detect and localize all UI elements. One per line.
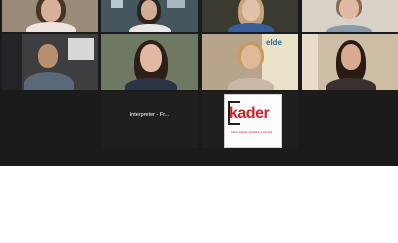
logo-subtitle: Kadın Adayları Destekleme Derneği bbox=[231, 131, 273, 134]
participant-video bbox=[2, 34, 98, 90]
participant-video bbox=[101, 0, 198, 32]
banner-text: elde bbox=[266, 38, 283, 47]
video-tile-participant-6[interactable] bbox=[101, 34, 198, 90]
video-tile-participant-1[interactable] bbox=[2, 0, 98, 32]
video-grid: elde Interpreter - Fr... kader Kadın Ada… bbox=[0, 0, 398, 166]
participant-video bbox=[101, 34, 198, 90]
video-tile-participant-4[interactable] bbox=[302, 0, 398, 32]
video-tile-participant-3[interactable] bbox=[202, 0, 298, 32]
participant-video bbox=[202, 0, 298, 32]
participant-video bbox=[302, 0, 398, 32]
video-tile-participant-2[interactable] bbox=[101, 0, 198, 32]
participant-video bbox=[2, 0, 98, 32]
logo-wordmark: kader bbox=[229, 105, 270, 122]
video-tile-participant-5[interactable] bbox=[2, 34, 98, 90]
video-tile-participant-7[interactable]: elde bbox=[202, 34, 298, 90]
video-tile-interpreter[interactable]: Interpreter - Fr... bbox=[101, 92, 198, 148]
kader-logo: kader Kadın Adayları Destekleme Derneği bbox=[224, 94, 282, 148]
interpreter-label: Interpreter - Fr... bbox=[129, 112, 170, 118]
video-tile-participant-8[interactable] bbox=[302, 34, 398, 90]
participant-video: elde bbox=[202, 34, 298, 90]
video-tile-kader-logo[interactable]: kader Kadın Adayları Destekleme Derneği bbox=[202, 92, 298, 148]
participant-video bbox=[302, 34, 398, 90]
